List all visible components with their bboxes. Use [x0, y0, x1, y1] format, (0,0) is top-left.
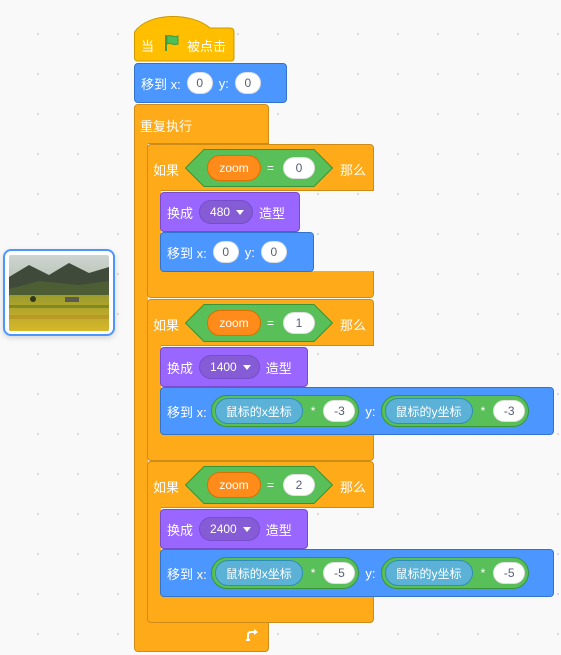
goto-y-label: y:	[365, 565, 376, 581]
goto-label: 移到 x:	[167, 245, 207, 261]
hat-when-label: 当	[141, 39, 155, 54]
switch-costume-label: 换成	[167, 522, 194, 538]
costume-dropdown[interactable]: 1400	[199, 355, 260, 379]
mouse-x-factor-input[interactable]: -3	[323, 400, 356, 422]
then-label: 那么	[340, 163, 367, 178]
multiply-operator-x[interactable]: 鼠标的x坐标 * -3	[210, 395, 360, 427]
switch-costume-label: 换成	[167, 205, 194, 221]
zoom-variable-reporter[interactable]: zoom	[207, 155, 261, 181]
then-label: 那么	[340, 318, 367, 333]
forever-label: 重复执行	[140, 119, 193, 134]
if-label: 如果	[153, 163, 180, 178]
mouse-x-factor-input[interactable]: -5	[323, 562, 356, 584]
mouse-y-factor-input[interactable]: -3	[493, 400, 526, 422]
costume-dropdown[interactable]: 480	[199, 200, 254, 224]
costume-value: 1400	[210, 360, 237, 374]
multiply-sign: *	[480, 404, 486, 418]
costume-dropdown[interactable]: 2400	[199, 517, 260, 541]
landscape-image	[9, 255, 109, 331]
goto-xy-block-if0[interactable]: 移到 x: 0 y: 0	[160, 232, 314, 272]
multiply-sign: *	[310, 566, 316, 580]
multiply-operator-y[interactable]: 鼠标的y坐标 * -5	[380, 557, 530, 589]
goto-y-input[interactable]: 0	[260, 241, 287, 263]
costume-value: 2400	[210, 522, 237, 536]
mouse-y-reporter[interactable]: 鼠标的y坐标	[384, 398, 473, 424]
if-label: 如果	[153, 480, 180, 495]
costume-suffix: 造型	[259, 205, 286, 221]
costume-value: 480	[210, 205, 231, 219]
if-label: 如果	[153, 318, 180, 333]
hat-clicked-label: 被点击	[187, 39, 227, 54]
goto-y-label: y:	[218, 75, 229, 91]
when-flag-clicked-hat-block[interactable]: 当 被点击	[134, 10, 235, 62]
goto-x-input[interactable]: 0	[186, 72, 213, 94]
green-flag-icon	[165, 34, 179, 51]
chevron-down-icon	[242, 364, 251, 370]
costume-suffix: 造型	[265, 522, 292, 538]
switch-costume-block-2400[interactable]: 换成 2400 造型	[160, 509, 308, 549]
sprite-thumbnail[interactable]	[3, 249, 115, 336]
switch-costume-block-1400[interactable]: 换成 1400 造型	[160, 347, 308, 387]
equals-value-input[interactable]: 0	[283, 157, 315, 179]
repeat-arrow-icon	[246, 629, 258, 641]
equals-sign: =	[267, 161, 275, 175]
equals-value-input[interactable]: 2	[283, 474, 315, 496]
goto-x-input[interactable]: 0	[212, 241, 239, 263]
goto-xy-block-if1[interactable]: 移到 x: 鼠标的x坐标 * -3 y: 鼠标的y坐标 * -3	[160, 387, 554, 435]
multiply-sign: *	[310, 404, 316, 418]
multiply-operator-x[interactable]: 鼠标的x坐标 * -5	[210, 557, 360, 589]
mouse-y-reporter[interactable]: 鼠标的y坐标	[384, 560, 473, 586]
equals-sign: =	[267, 478, 275, 492]
goto-y-input[interactable]: 0	[234, 72, 261, 94]
mouse-y-factor-input[interactable]: -5	[493, 562, 526, 584]
goto-xy-block-if2[interactable]: 移到 x: 鼠标的x坐标 * -5 y: 鼠标的y坐标 * -5	[160, 549, 554, 597]
goto-y-label: y:	[365, 403, 376, 419]
equals-value-input[interactable]: 1	[283, 312, 315, 334]
then-label: 那么	[340, 480, 367, 495]
zoom-variable-reporter[interactable]: zoom	[207, 310, 261, 336]
multiply-sign: *	[480, 566, 486, 580]
zoom-variable-reporter[interactable]: zoom	[207, 472, 261, 498]
chevron-down-icon	[236, 209, 245, 215]
goto-y-label: y:	[244, 244, 255, 260]
switch-costume-block-480[interactable]: 换成 480 造型	[160, 192, 300, 232]
goto-label: 移到 x:	[141, 76, 181, 92]
goto-xy-block-start[interactable]: 移到 x: 0 y: 0	[134, 63, 287, 103]
equals-sign: =	[267, 316, 275, 330]
goto-label: 移到 x:	[167, 566, 207, 582]
mouse-x-reporter[interactable]: 鼠标的x坐标	[214, 560, 303, 586]
switch-costume-label: 换成	[167, 360, 194, 376]
costume-suffix: 造型	[265, 360, 292, 376]
mouse-x-reporter[interactable]: 鼠标的x坐标	[214, 398, 303, 424]
chevron-down-icon	[242, 526, 251, 532]
multiply-operator-y[interactable]: 鼠标的y坐标 * -3	[380, 395, 530, 427]
goto-label: 移到 x:	[167, 404, 207, 420]
